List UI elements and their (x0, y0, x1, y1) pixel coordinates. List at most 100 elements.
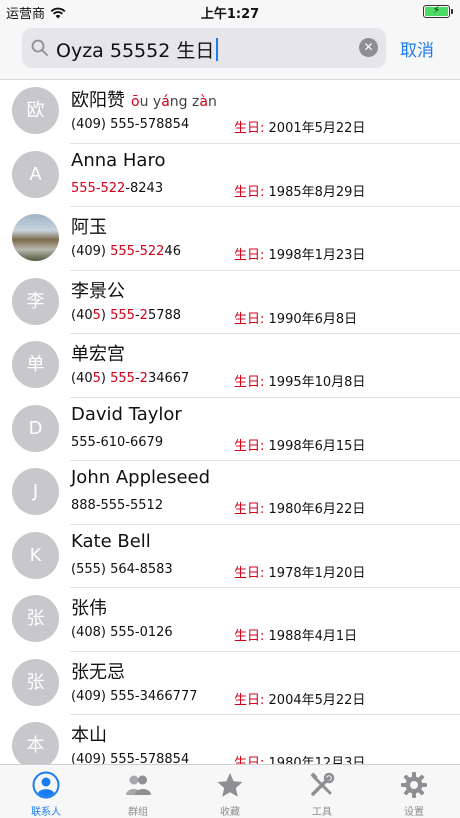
tab-tools[interactable]: 工具 (276, 765, 368, 818)
status-time: 上午1:27 (200, 7, 260, 22)
contact-phone: (405) 555-234667 (71, 371, 190, 386)
birthday-label: 生日: (234, 692, 265, 708)
tab-label: 收藏 (220, 807, 240, 818)
search-query-text: Oyza 55552 生日 (56, 40, 215, 62)
birthday-value: 1985年8月29日 (268, 184, 366, 200)
contact-row[interactable]: 欧 欧阳赞 ōu yáng zàn (409) 555-578854 生日: 20… (0, 80, 460, 144)
contact-birthday: 生日: 1995年10月8日 (234, 371, 365, 390)
status-bar: 运营商 上午1:27 ⚡ (0, 0, 460, 24)
avatar: K (12, 531, 59, 579)
birthday-value: 1978年1月20日 (268, 565, 366, 581)
birthday-label: 生日: (234, 248, 265, 263)
tab-label: 工具 (312, 807, 332, 818)
tab-label: 群组 (128, 807, 148, 818)
contact-row[interactable]: A Anna Haro 555-522-8243 生日: 1985年8月29日 (0, 144, 460, 208)
contact-phone: (405) 555-25788 (71, 307, 182, 323)
avatar: 欧 (12, 87, 59, 134)
contact-phone: 888-555-5512 (71, 498, 164, 513)
avatar: 李 (12, 277, 59, 325)
birthday-label: 生日: (234, 502, 265, 517)
contact-row[interactable]: J John Appleseed 888-555-5512 生日: 1980年6… (0, 461, 460, 525)
birthday-label: 生日: (234, 438, 265, 454)
cancel-button[interactable]: 取消 (400, 36, 434, 61)
birthday-value: 2001年5月22日 (268, 121, 366, 136)
contact-birthday: 生日: 1980年6月22日 (234, 498, 365, 517)
contact-row[interactable]: K Kate Bell (555) 564-8583 生日: 1978年1月20… (0, 525, 460, 589)
avatar: 张 (12, 595, 59, 642)
contact-name: 本山 (71, 725, 107, 746)
contact-birthday: 生日: 2004年5月22日 (234, 689, 365, 708)
tab-favorites[interactable]: 收藏 (184, 765, 276, 818)
birthday-value: 1995年10月8日 (268, 375, 366, 390)
birthday-value: 1980年12月3日 (268, 756, 366, 764)
contact-phone: (409) 555-578854 (71, 752, 190, 764)
avatar: 张 (12, 658, 59, 706)
contact-phone: 555-610-6679 (71, 434, 164, 450)
tab-bar: 联系人 群组 收藏 工具 设置 (0, 764, 460, 818)
birthday-value: 1988年4月1日 (268, 629, 358, 644)
contact-name: 李景公 (71, 280, 125, 302)
contact-name: Kate Bell (71, 530, 151, 552)
birthday-label: 生日: (234, 629, 265, 644)
contact-phone: 555-522-8243 (71, 180, 164, 196)
tab-label: 联系人 (31, 807, 61, 818)
contact-row[interactable]: 李 李景公 (405) 555-25788 生日: 1990年6月8日 (0, 271, 460, 335)
contact-name: 张无忌 (71, 661, 125, 683)
contact-name: Anna Haro (71, 149, 166, 171)
clear-icon[interactable]: ✕ (359, 38, 378, 57)
contact-birthday: 生日: 1978年1月20日 (234, 562, 365, 581)
contact-name: David Taylor (71, 403, 182, 425)
birthday-value: 1990年6月8日 (268, 311, 358, 327)
avatar-photo (12, 214, 59, 261)
tab-contacts[interactable]: 联系人 (0, 765, 92, 818)
contact-row[interactable]: 单 单宏宫 (405) 555-234667 生日: 1995年10月8日 (0, 334, 460, 398)
contact-row[interactable]: 张 张伟 (408) 555-0126 生日: 1988年4月1日 (0, 588, 460, 652)
contact-name: 阿玉 (71, 217, 107, 238)
search-bar: Oyza 55552 生日 ✕ 取消 (0, 24, 460, 80)
tools-icon (310, 772, 335, 796)
search-input[interactable]: Oyza 55552 生日 ✕ (22, 28, 386, 68)
contact-birthday: 生日: 2001年5月22日 (234, 117, 365, 136)
contact-birthday: 生日: 1980年12月3日 (234, 752, 365, 764)
tab-groups[interactable]: 群组 (92, 765, 184, 818)
birthday-label: 生日: (234, 184, 265, 200)
contact-row[interactable]: 阿玉 (409) 555-52246 生日: 1998年1月23日 (0, 207, 460, 271)
contact-name: John Appleseed (71, 467, 211, 488)
star-icon (217, 773, 243, 797)
tab-settings[interactable]: 设置 (368, 765, 460, 818)
contact-row[interactable]: 本 本山 (409) 555-578854 生日: 1980年12月3日 (0, 715, 460, 764)
tab-label: 设置 (404, 807, 424, 818)
avatar: J (12, 468, 59, 515)
contact-name: 张伟 (71, 598, 107, 619)
birthday-value: 1998年1月23日 (268, 248, 366, 263)
person-icon (32, 771, 60, 799)
birthday-value: 1980年6月22日 (268, 502, 366, 517)
contact-list: 欧 欧阳赞 ōu yáng zàn (409) 555-578854 生日: 20… (0, 80, 460, 764)
contact-phone: (555) 564-8583 (71, 561, 173, 577)
contact-birthday: 生日: 1985年8月29日 (234, 181, 365, 200)
pinyin-annotation: ōu yáng zàn (131, 94, 217, 110)
avatar: 本 (12, 722, 59, 764)
contact-birthday: 生日: 1998年1月23日 (234, 244, 365, 263)
birthday-label: 生日: (234, 121, 265, 136)
contact-birthday: 生日: 1998年6月15日 (234, 435, 365, 454)
group-icon (126, 775, 151, 795)
text-cursor (216, 38, 219, 61)
contact-birthday: 生日: 1990年6月8日 (234, 308, 357, 327)
avatar: D (12, 404, 59, 452)
birthday-value: 2004年5月22日 (268, 692, 366, 708)
contact-phone: (409) 555-3466777 (71, 688, 198, 704)
contact-phone: (408) 555-0126 (71, 625, 173, 640)
search-icon (31, 39, 48, 56)
contact-phone: (409) 555-578854 (71, 117, 190, 132)
contact-name: 单宏宫 (71, 344, 125, 365)
contact-row[interactable]: D David Taylor 555-610-6679 生日: 1998年6月1… (0, 398, 460, 462)
birthday-label: 生日: (234, 375, 265, 390)
contact-phone: (409) 555-52246 (71, 244, 181, 259)
battery-icon: ⚡ (423, 5, 453, 18)
avatar: 单 (12, 341, 59, 388)
contact-row[interactable]: 张 张无忌 (409) 555-3466777 生日: 2004年5月22日 (0, 652, 460, 716)
avatar: A (12, 150, 59, 198)
contact-name-text: 欧阳赞 (71, 90, 125, 111)
birthday-label: 生日: (234, 311, 265, 327)
